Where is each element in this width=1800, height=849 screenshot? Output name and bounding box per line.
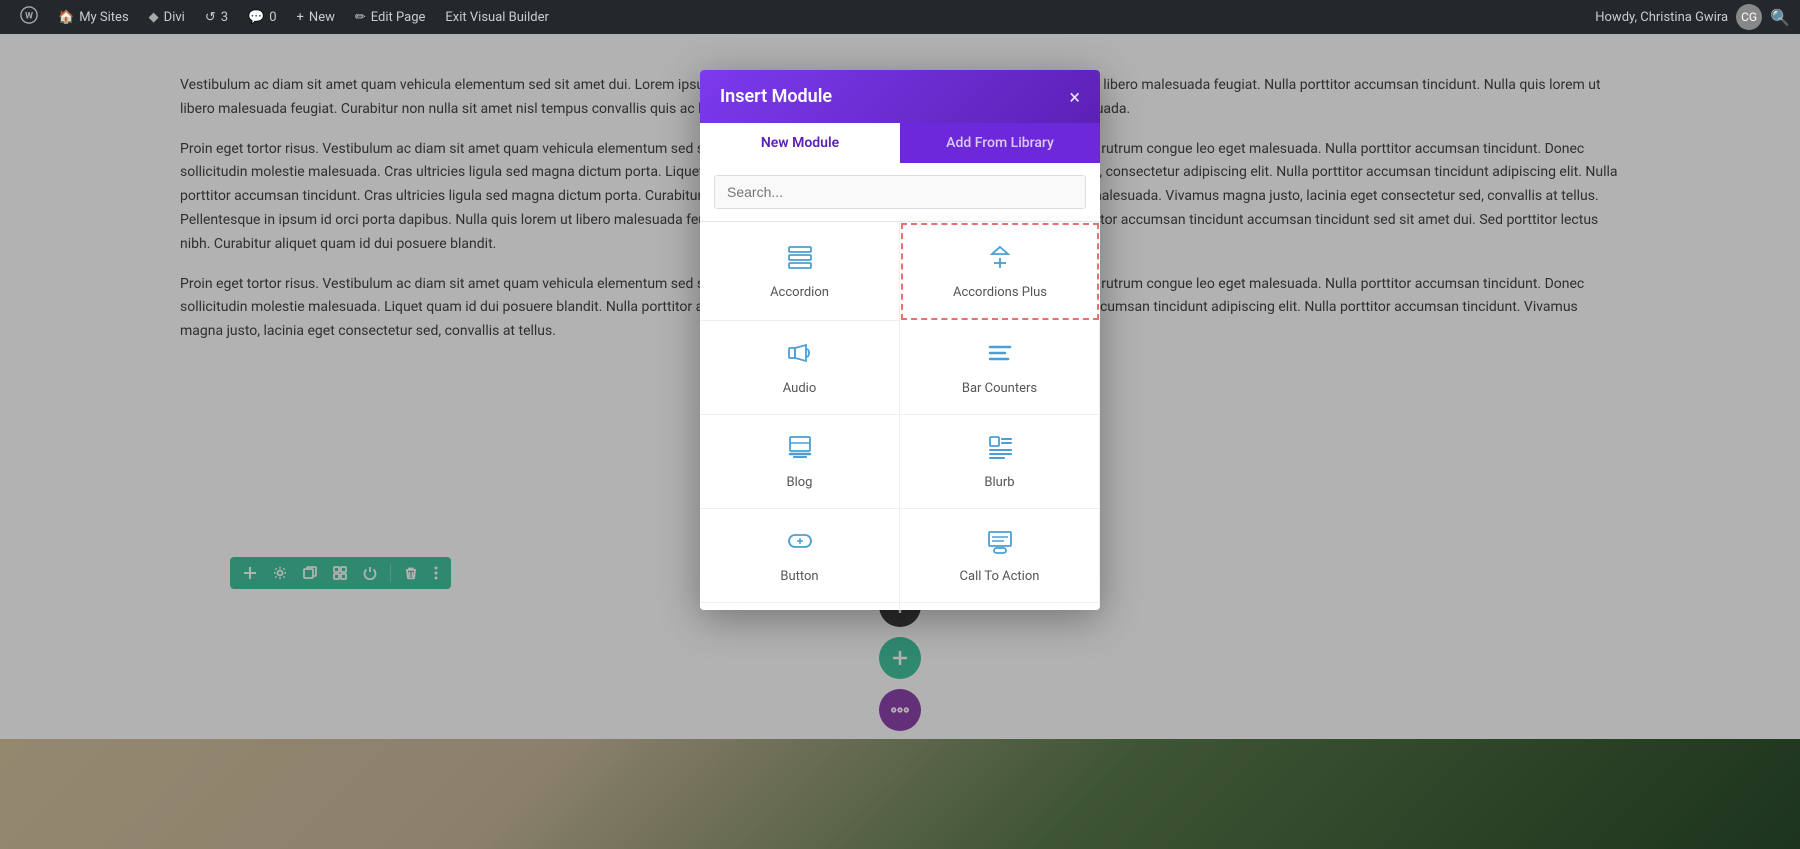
module-item-call-to-action[interactable]: Call To Action <box>900 509 1100 603</box>
new-label: New <box>309 10 335 25</box>
exit-builder-button[interactable]: Exit Visual Builder <box>435 0 558 34</box>
module-item-accordions-plus[interactable]: Accordions Plus <box>901 223 1099 320</box>
divi-icon: ◆ <box>149 10 159 25</box>
modal-overlay: Insert Module × New Module Add From Libr… <box>0 0 1800 849</box>
user-greeting: Howdy, Christina Gwira <box>1595 10 1728 25</box>
modal-title: Insert Module <box>720 86 832 107</box>
tab-new-module-label: New Module <box>761 135 839 151</box>
edit-icon: ✏ <box>355 10 366 25</box>
modal-header: Insert Module × <box>700 70 1100 123</box>
blog-icon <box>786 433 814 467</box>
module-blog-label: Blog <box>787 475 813 490</box>
new-plus-icon: + <box>297 10 304 25</box>
comments-icon: 💬 <box>248 10 264 25</box>
module-item-button[interactable]: Button <box>700 509 900 603</box>
module-item-bar-counters[interactable]: Bar Counters <box>900 321 1100 415</box>
revisions-menu[interactable]: ↺ 3 <box>195 0 238 34</box>
wp-logo[interactable]: W <box>10 0 48 34</box>
search-icon[interactable]: 🔍 <box>1770 8 1790 27</box>
button-icon <box>786 527 814 561</box>
audio-icon <box>786 339 814 373</box>
new-menu[interactable]: + New <box>287 0 345 34</box>
module-item-code[interactable]: Code <box>900 603 1100 610</box>
comments-count: 0 <box>269 10 276 25</box>
module-item-blurb[interactable]: Blurb <box>900 415 1100 509</box>
module-audio-label: Audio <box>783 381 816 396</box>
accordions-plus-icon <box>986 243 1014 277</box>
edit-page-label: Edit Page <box>371 10 426 25</box>
module-call-to-action-label: Call To Action <box>960 569 1040 584</box>
module-bar-counters-label: Bar Counters <box>962 381 1037 396</box>
tab-add-library-label: Add From Library <box>946 135 1054 151</box>
divi-label: Divi <box>164 10 185 25</box>
comments-menu[interactable]: 💬 0 <box>238 0 287 34</box>
revisions-count: 3 <box>221 10 228 25</box>
my-sites-icon: 🏠 <box>58 10 74 25</box>
revisions-icon: ↺ <box>205 10 216 25</box>
blurb-icon <box>986 433 1014 467</box>
accordion-icon <box>786 243 814 277</box>
module-item-blog[interactable]: Blog <box>700 415 900 509</box>
module-search-input[interactable] <box>714 175 1086 209</box>
module-accordions-plus-label: Accordions Plus <box>953 285 1047 300</box>
svg-text:W: W <box>25 11 33 21</box>
modal-close-button[interactable]: × <box>1069 87 1080 107</box>
admin-bar-right: Howdy, Christina Gwira CG 🔍 <box>1595 4 1790 30</box>
module-grid: Accordion Accordions Plus <box>700 222 1100 610</box>
bar-counters-icon <box>986 339 1014 373</box>
module-accordion-label: Accordion <box>770 285 829 300</box>
divi-menu[interactable]: ◆ Divi <box>139 0 195 34</box>
my-sites-label: My Sites <box>79 10 128 25</box>
my-sites-menu[interactable]: 🏠 My Sites <box>48 0 139 34</box>
tab-add-from-library[interactable]: Add From Library <box>900 123 1100 163</box>
modal-search-area <box>700 163 1100 222</box>
module-button-label: Button <box>780 569 818 584</box>
wordpress-icon: W <box>20 6 38 29</box>
edit-page-button[interactable]: ✏ Edit Page <box>345 0 436 34</box>
tab-new-module[interactable]: New Module <box>700 123 900 163</box>
module-item-circle-counter[interactable]: % Circle Counter <box>700 603 900 610</box>
module-item-accordion[interactable]: Accordion <box>700 222 900 321</box>
admin-bar: W 🏠 My Sites ◆ Divi ↺ 3 💬 0 + New ✏ Edit… <box>0 0 1800 34</box>
avatar[interactable]: CG <box>1736 4 1762 30</box>
modal-tabs: New Module Add From Library <box>700 123 1100 163</box>
insert-module-dialog: Insert Module × New Module Add From Libr… <box>700 70 1100 610</box>
module-item-audio[interactable]: Audio <box>700 321 900 415</box>
call-to-action-icon <box>986 527 1014 561</box>
module-blurb-label: Blurb <box>984 475 1014 490</box>
exit-builder-label: Exit Visual Builder <box>445 10 548 25</box>
